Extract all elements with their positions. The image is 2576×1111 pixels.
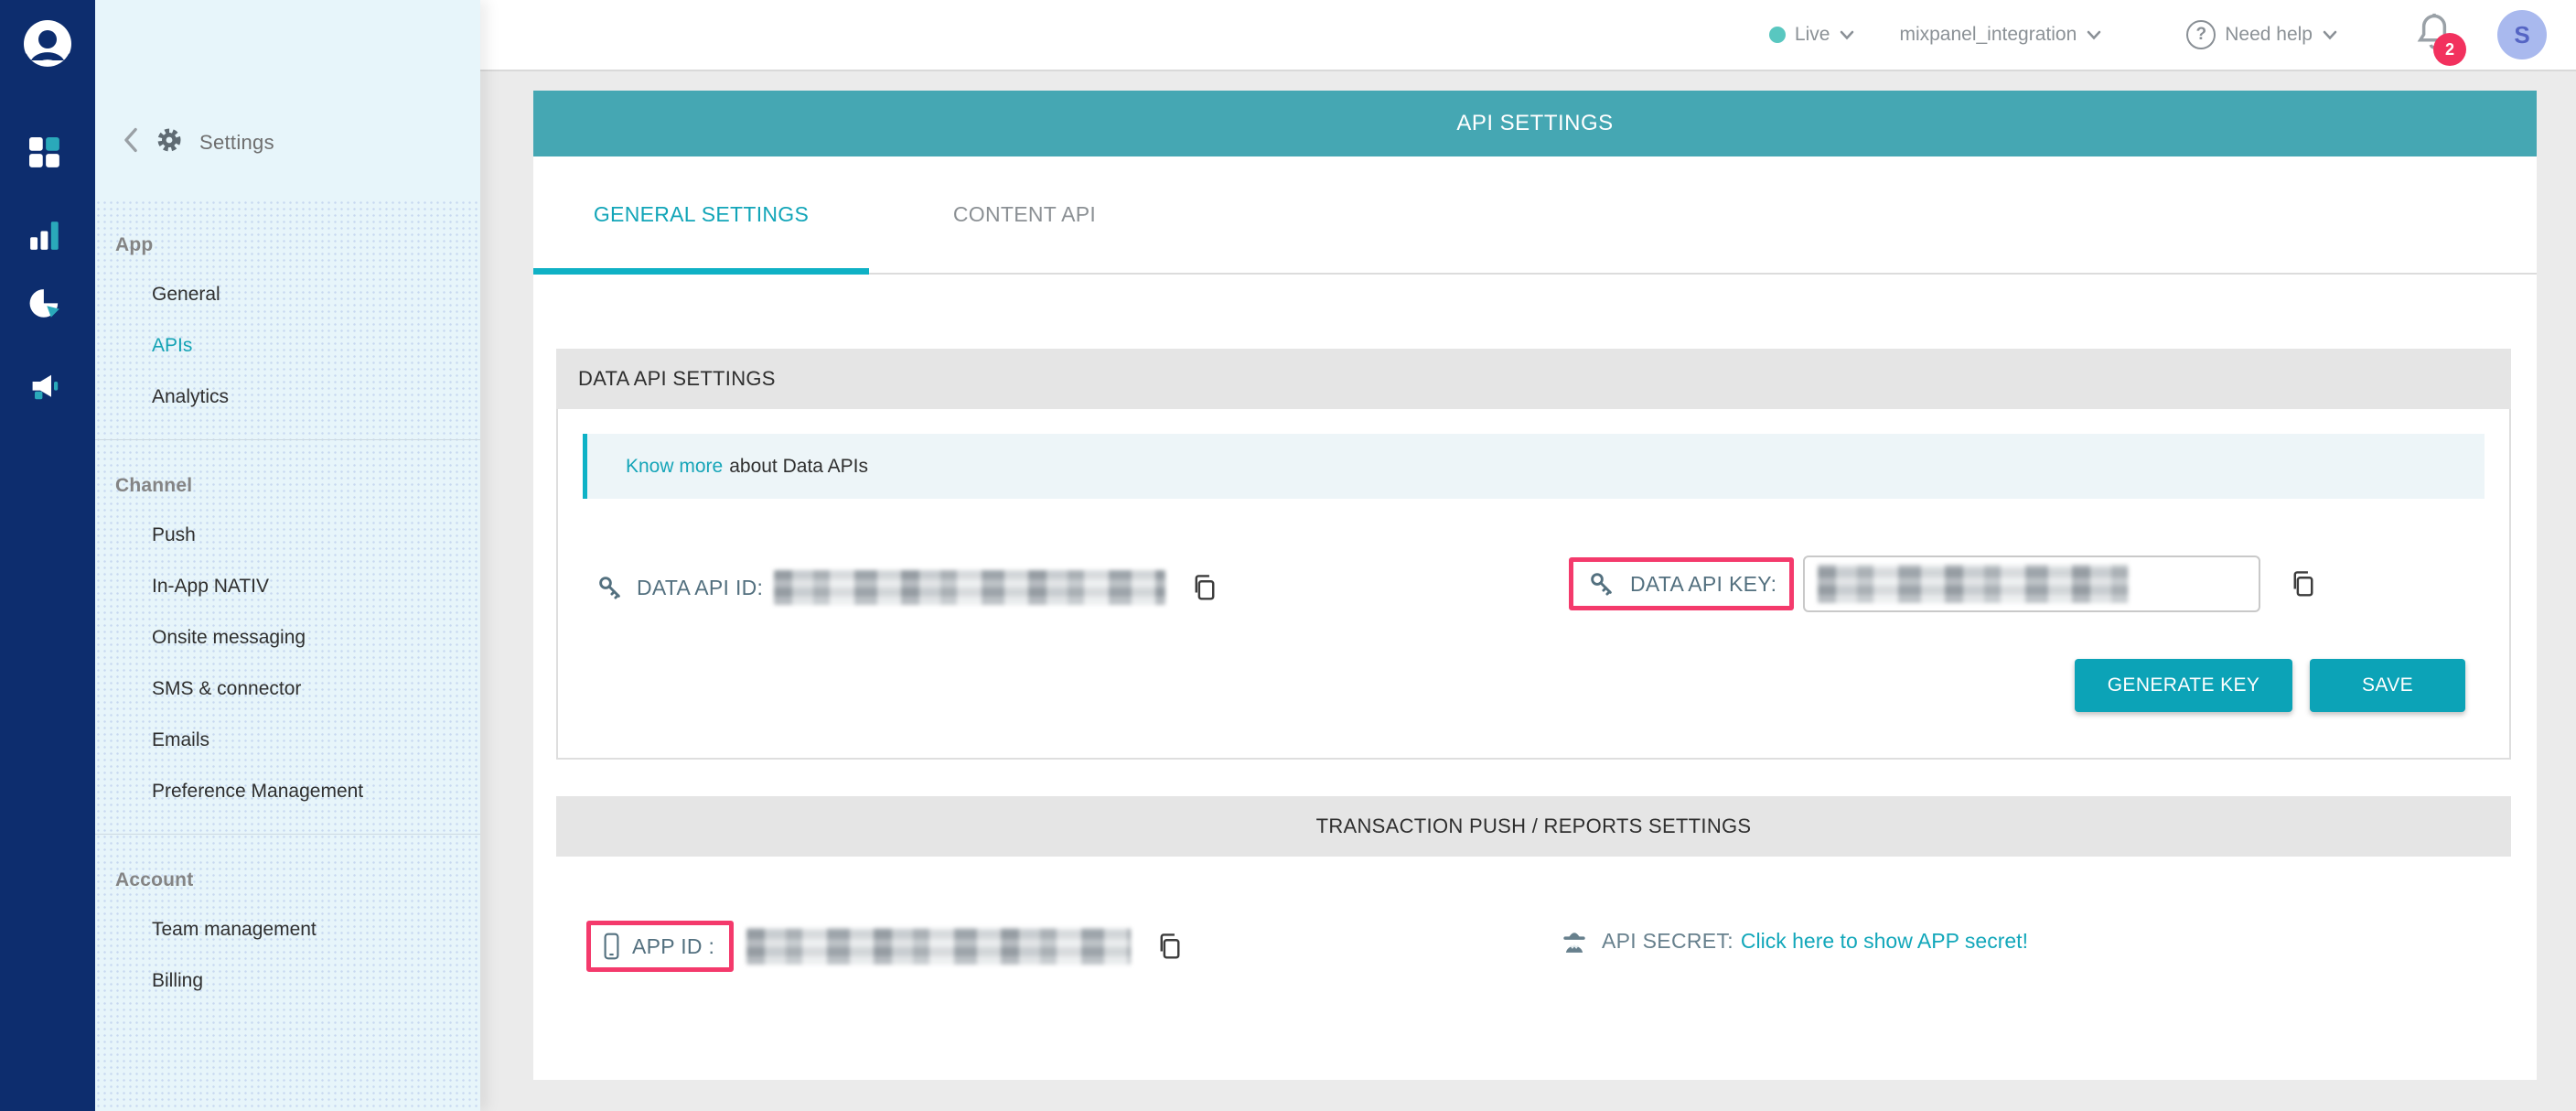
data-api-id-value-redacted — [774, 570, 1165, 605]
data-api-key-input[interactable] — [1803, 556, 2260, 612]
sidebar-item-billing[interactable]: Billing — [95, 955, 480, 1007]
netcore-logo-icon[interactable] — [22, 18, 73, 74]
data-api-settings-header: DATA API SETTINGS — [556, 349, 2511, 409]
sidebar-title: Settings — [199, 131, 274, 155]
sidebar-item-sms-connector[interactable]: SMS & connector — [95, 663, 480, 715]
dashboard-grid-icon[interactable] — [29, 137, 66, 174]
api-id-key-row: DATA API ID: — [558, 554, 2509, 625]
phone-icon — [604, 933, 619, 960]
tab-strip: GENERAL SETTINGS CONTENT API — [533, 156, 2537, 275]
back-chevron-icon[interactable] — [123, 127, 139, 157]
project-dropdown[interactable]: mixpanel_integration — [1899, 24, 2102, 46]
tab-label: GENERAL SETTINGS — [594, 202, 809, 227]
sidebar-item-team-management[interactable]: Team management — [95, 904, 480, 955]
sidebar-item-preference-management[interactable]: Preference Management — [95, 766, 480, 817]
know-more-text: about Data APIs — [729, 456, 868, 478]
section-label: Channel — [95, 462, 480, 510]
sidebar-item-analytics[interactable]: Analytics — [95, 372, 480, 423]
copy-icon[interactable] — [1191, 573, 1218, 602]
tab-content-api[interactable]: CONTENT API — [869, 156, 1180, 273]
environment-dropdown[interactable]: Live — [1769, 24, 1856, 46]
data-api-key-label: DATA API KEY: — [1630, 572, 1776, 597]
show-app-secret-link[interactable]: Click here to show APP secret! — [1741, 929, 2028, 954]
need-help-label: Need help — [2225, 24, 2313, 46]
section-label: App — [95, 221, 480, 269]
api-secret-label: API SECRET: — [1602, 929, 1733, 954]
know-more-banner: Know more about Data APIs — [583, 434, 2485, 499]
app-id-label: APP ID : — [632, 934, 714, 959]
page-title: API SETTINGS — [1456, 111, 1613, 136]
section-title: DATA API SETTINGS — [578, 367, 776, 391]
sidebar-item-onsite-messaging[interactable]: Onsite messaging — [95, 612, 480, 663]
project-name: mixpanel_integration — [1899, 24, 2077, 46]
chevron-down-icon — [2322, 29, 2338, 40]
data-api-id-label: DATA API ID: — [637, 576, 763, 600]
sidebar-section-app: App General APIs Analytics — [95, 200, 480, 439]
live-status-dot — [1769, 27, 1786, 43]
notifications-bell[interactable]: 2 — [2415, 11, 2455, 59]
section-title: TRANSACTION PUSH / REPORTS SETTINGS — [1316, 814, 1752, 838]
settings-sheet: DATA API SETTINGS Know more about Data A… — [533, 275, 2537, 1080]
active-tab-underline — [533, 268, 869, 275]
sidebar-header: Settings — [95, 0, 480, 200]
data-api-key-highlight: DATA API KEY: — [1569, 557, 1794, 610]
sidebar-item-push[interactable]: Push — [95, 510, 480, 561]
sidebar-item-inapp-nativ[interactable]: In-App NATIV — [95, 561, 480, 612]
copy-icon[interactable] — [2290, 569, 2317, 599]
key-icon — [1588, 570, 1615, 598]
main-content: API SETTINGS GENERAL SETTINGS CONTENT AP… — [533, 0, 2537, 1111]
user-avatar[interactable]: S — [2497, 10, 2547, 59]
sidebar-item-general[interactable]: General — [95, 269, 480, 320]
data-api-key-value-redacted — [1818, 565, 2129, 603]
notification-badge: 2 — [2433, 33, 2466, 66]
sidebar-section-channel: Channel Push In-App NATIV Onsite messagi… — [95, 439, 480, 834]
copy-icon[interactable] — [1156, 932, 1184, 961]
sidebar-section-account: Account Team management Billing — [95, 834, 480, 1023]
know-more-link[interactable]: Know more — [626, 456, 723, 478]
environment-label: Live — [1795, 24, 1830, 46]
sidebar-item-emails[interactable]: Emails — [95, 715, 480, 766]
campaigns-megaphone-icon[interactable] — [29, 371, 66, 407]
need-help-dropdown[interactable]: ? Need help — [2186, 20, 2338, 49]
data-api-actions: GENERATE KEY SAVE — [2075, 659, 2465, 712]
chevron-down-icon — [2086, 29, 2102, 40]
settings-sidebar: Settings App General APIs Analytics Chan… — [95, 0, 480, 1111]
save-button[interactable]: SAVE — [2310, 659, 2465, 712]
sidebar-nav: App General APIs Analytics Channel Push … — [95, 200, 480, 1111]
chevron-down-icon — [1839, 29, 1855, 40]
key-icon — [596, 574, 624, 601]
data-api-settings-panel: Know more about Data APIs DATA API ID: — [556, 409, 2511, 760]
analytics-bars-icon[interactable] — [29, 220, 66, 256]
page-title-bar: API SETTINGS — [533, 91, 2537, 156]
tab-general-settings[interactable]: GENERAL SETTINGS — [533, 156, 869, 273]
app-id-highlight: APP ID : — [586, 921, 734, 972]
generate-key-button[interactable]: GENERATE KEY — [2075, 659, 2292, 712]
section-label: Account — [95, 857, 480, 904]
top-bar: Live mixpanel_integration ? Need help 2 … — [480, 0, 2576, 71]
gear-icon — [156, 126, 183, 158]
help-icon: ? — [2186, 20, 2216, 49]
segments-pie-icon[interactable] — [29, 288, 66, 325]
transaction-settings-header: TRANSACTION PUSH / REPORTS SETTINGS — [556, 796, 2511, 857]
transaction-row: APP ID : — [533, 915, 2537, 988]
app-rail — [0, 0, 95, 1111]
tab-label: CONTENT API — [953, 202, 1096, 227]
app-id-value-redacted — [746, 928, 1131, 965]
sidebar-item-apis[interactable]: APIs — [95, 320, 480, 372]
spy-icon — [1562, 928, 1587, 954]
